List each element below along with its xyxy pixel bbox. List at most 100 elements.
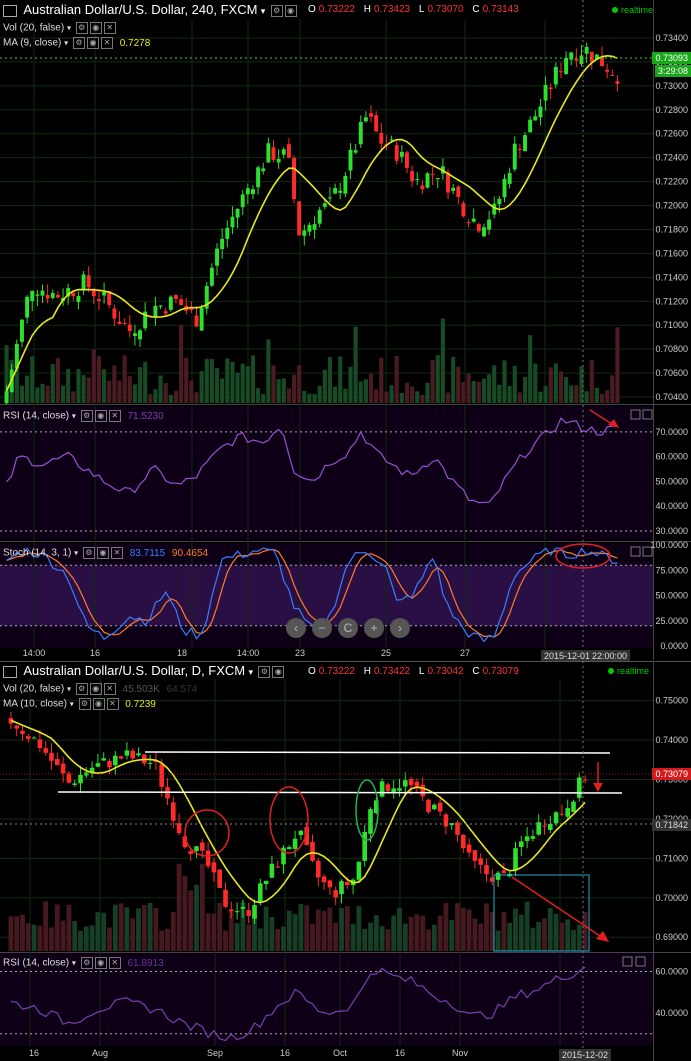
- volume-bar: [559, 922, 565, 951]
- candle-body: [194, 315, 199, 327]
- candle-body: [269, 863, 275, 878]
- volume-bar: [389, 385, 394, 403]
- bottom-chart-panel[interactable]: 0.750000.740000.730000.720000.710000.700…: [0, 661, 691, 1061]
- volume-bar: [168, 394, 173, 403]
- volume-bar: [179, 324, 184, 403]
- time-axis-label: Sep: [207, 1048, 223, 1058]
- volume-bar: [415, 391, 420, 403]
- rsi-close-icon[interactable]: ✕: [108, 410, 121, 422]
- bottom-rsi-legend[interactable]: RSI (14, close) ▾ ⚙ ◉ ✕ 61.8913: [3, 957, 164, 969]
- rsi-axis-label: 30.0000: [655, 526, 688, 536]
- volume-bar: [312, 393, 317, 403]
- bottom-ma-legend[interactable]: MA (10, close) ▾ ⚙ ◉ ✕ 0.7239: [3, 698, 156, 710]
- bottom-ma-close-icon[interactable]: ✕: [106, 698, 119, 710]
- chart-nav-button[interactable]: ‹: [286, 618, 306, 638]
- candle-body: [584, 47, 589, 54]
- ma-hide-icon[interactable]: ◉: [86, 37, 99, 49]
- vol-settings-icon[interactable]: ⚙: [75, 22, 88, 34]
- bottom-rsi-settings-icon[interactable]: ⚙: [80, 957, 93, 969]
- chart-nav-button[interactable]: −: [312, 618, 332, 638]
- title-dropdown-icon[interactable]: ▾: [261, 6, 266, 16]
- candle-body: [40, 290, 45, 296]
- resistance-line: [144, 751, 611, 754]
- vol-close-icon[interactable]: ✕: [103, 22, 116, 34]
- candle-body: [55, 759, 60, 766]
- ma-close-icon[interactable]: ✕: [100, 37, 113, 49]
- volume-bar: [350, 923, 356, 951]
- bottom-vol-hide-icon[interactable]: ◉: [89, 683, 102, 695]
- bottom-vol-settings-icon[interactable]: ⚙: [75, 683, 88, 695]
- bottom-chart-menu-icon[interactable]: [3, 665, 17, 678]
- volume-bar: [256, 388, 261, 403]
- candle-body: [399, 151, 404, 157]
- volume-bar: [363, 379, 368, 403]
- top-vol-legend[interactable]: Vol (20, false) ▾ ⚙ ◉ ✕: [3, 22, 116, 34]
- top-high-value: 0.73423: [373, 4, 411, 15]
- bottom-settings-icon[interactable]: ⚙: [258, 665, 271, 678]
- candle-body: [316, 860, 321, 878]
- candle-body: [369, 113, 373, 117]
- bottom-title-dropdown-icon[interactable]: ▾: [248, 667, 253, 677]
- candle-body: [209, 267, 214, 286]
- rsi-hide-icon[interactable]: ◉: [94, 410, 107, 422]
- hide-icon[interactable]: ◉: [284, 4, 297, 17]
- candle-body: [605, 69, 610, 72]
- bottom-rsi-close-icon[interactable]: ✕: [108, 957, 121, 969]
- volume-bar: [214, 367, 220, 403]
- candle-body: [408, 779, 414, 786]
- candle-body: [569, 52, 574, 60]
- vol-hide-icon[interactable]: ◉: [89, 22, 102, 34]
- volume-bar: [124, 907, 130, 951]
- stoch-settings-icon[interactable]: ⚙: [82, 547, 95, 559]
- candle-body: [538, 106, 543, 118]
- top-rsi-legend[interactable]: RSI (14, close) ▾ ⚙ ◉ ✕ 71.5230: [3, 410, 164, 422]
- volume-bar: [141, 905, 147, 951]
- volume-bar: [374, 389, 379, 403]
- bottom-chart-canvas[interactable]: 0.750000.740000.730000.720000.710000.700…: [0, 661, 691, 1061]
- candle-body: [368, 809, 373, 834]
- stoch-hide-icon[interactable]: ◉: [96, 547, 109, 559]
- ma-settings-icon[interactable]: ⚙: [72, 37, 85, 49]
- top-ma-legend[interactable]: MA (9, close) ▾ ⚙ ◉ ✕ 0.7278: [3, 37, 150, 49]
- stoch-axis-label: 100.0000: [650, 540, 688, 550]
- bottom-rsi-hide-icon[interactable]: ◉: [94, 957, 107, 969]
- candle-body: [37, 739, 43, 749]
- volume-bar: [517, 392, 522, 403]
- chart-nav-button[interactable]: C: [338, 618, 358, 638]
- chart-nav-button[interactable]: ›: [390, 618, 410, 638]
- chart-nav-button[interactable]: +: [364, 618, 384, 638]
- volume-bar: [199, 863, 205, 951]
- bottom-hide-icon[interactable]: ◉: [272, 665, 285, 678]
- time-axis-label: 23: [295, 648, 305, 658]
- volume-bar: [478, 923, 484, 951]
- candle-body: [107, 761, 112, 768]
- candle-body: [292, 157, 296, 200]
- top-stoch-legend[interactable]: Stoch (14, 3, 1) ▾ ⚙ ◉ ✕ 83.7115 90.4654: [3, 547, 208, 559]
- bottom-vol-close-icon[interactable]: ✕: [103, 683, 116, 695]
- candle-body: [466, 844, 472, 853]
- bottom-date-box: 2015-12-02: [559, 1049, 612, 1061]
- candle-body: [339, 881, 344, 895]
- bottom-vol-legend[interactable]: Vol (20, false) ▾ ⚙ ◉ ✕ 45.503K 64.574: [3, 683, 197, 695]
- candle-body: [286, 144, 291, 158]
- stoch-close-icon[interactable]: ✕: [110, 547, 123, 559]
- volume-bar: [66, 368, 71, 403]
- volume-bar: [276, 379, 281, 403]
- bottom-ma-hide-icon[interactable]: ◉: [92, 698, 105, 710]
- volume-bar: [466, 373, 471, 403]
- candle-body: [451, 187, 456, 191]
- volume-bar: [261, 394, 266, 403]
- top-chart-panel[interactable]: 0.734000.732000.730000.728000.726000.724…: [0, 0, 691, 662]
- bottom-ma-settings-icon[interactable]: ⚙: [78, 698, 91, 710]
- settings-icon[interactable]: ⚙: [270, 4, 283, 17]
- volume-bar: [132, 384, 137, 403]
- candle-body: [425, 173, 430, 188]
- volume-bar: [543, 385, 548, 403]
- rsi-settings-icon[interactable]: ⚙: [80, 410, 93, 422]
- candle-body: [174, 295, 178, 299]
- stoch-axis-label: 25.0000: [655, 616, 688, 626]
- chart-menu-icon[interactable]: [3, 4, 17, 17]
- volume-bar: [460, 907, 466, 951]
- top-chart-canvas[interactable]: 0.734000.732000.730000.728000.726000.724…: [0, 0, 691, 660]
- candle-body: [317, 209, 322, 224]
